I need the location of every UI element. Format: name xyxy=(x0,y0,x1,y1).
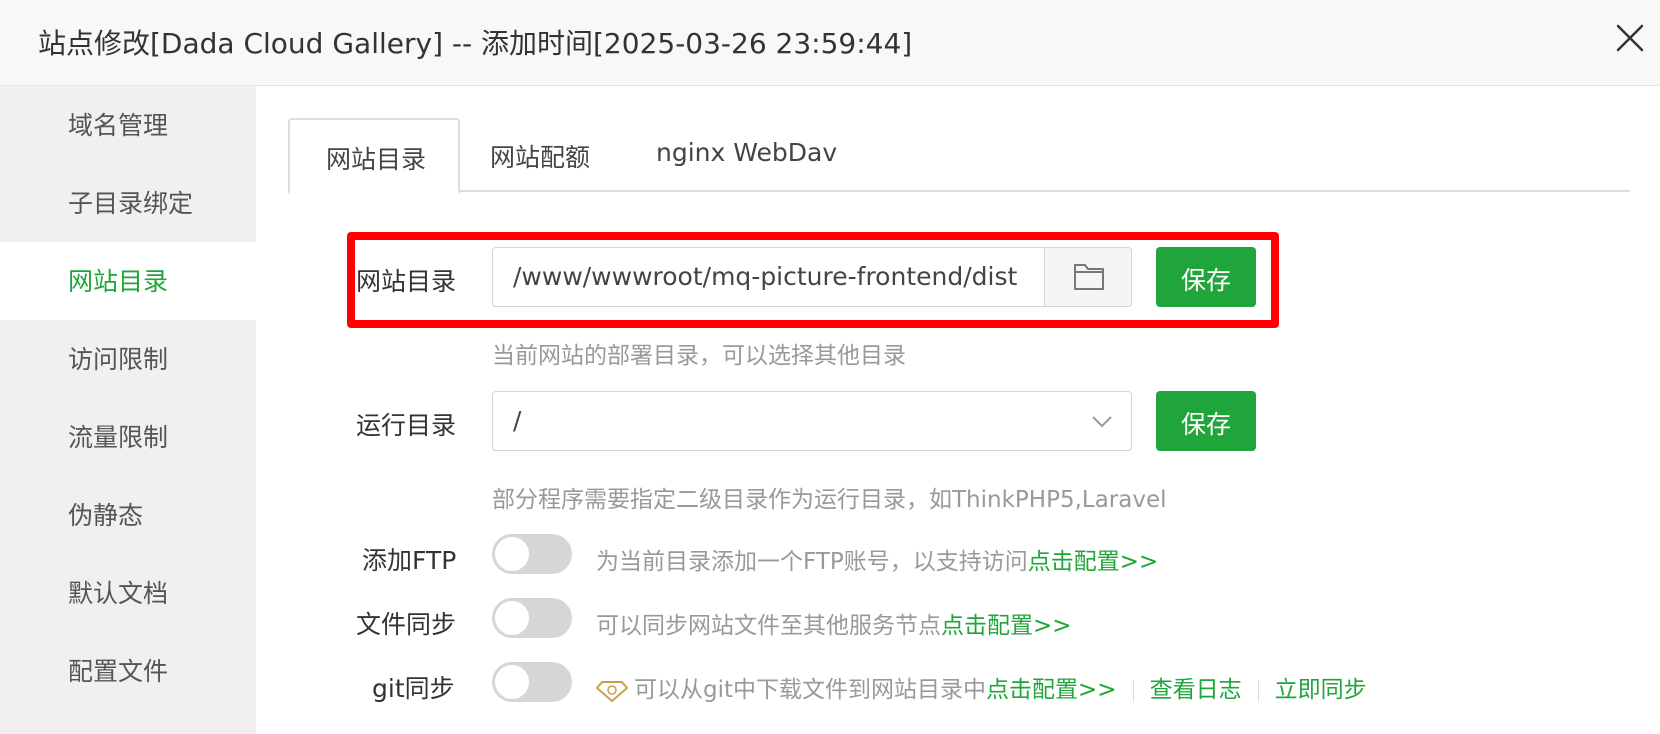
run-dir-label: 运行目录 xyxy=(356,411,457,440)
ftp-config-link[interactable]: 点击配置>> xyxy=(1028,549,1159,575)
sync-description: 可以同步网站文件至其他服务节点 xyxy=(596,613,941,639)
folder-picker-button[interactable] xyxy=(1044,247,1132,307)
site-dir-hint: 当前网站的部署目录，可以选择其他目录 xyxy=(492,343,906,369)
sidebar-item-rewrite[interactable]: 伪静态 xyxy=(0,476,256,554)
sidebar-item-label: 域名管理 xyxy=(68,111,169,140)
git-label: git同步 xyxy=(372,674,455,703)
ftp-toggle[interactable] xyxy=(492,534,572,574)
sidebar-item-label: 网站目录 xyxy=(68,267,169,296)
tab-label: 网站配额 xyxy=(490,143,591,172)
sidebar-item-site-directory[interactable]: 网站目录 xyxy=(0,242,256,320)
sync-row: 可以同步网站文件至其他服务节点点击配置>> xyxy=(596,606,1072,640)
run-dir-select[interactable]: / xyxy=(492,391,1132,451)
sidebar-item-label: 配置文件 xyxy=(68,657,169,686)
folder-icon xyxy=(1074,264,1104,290)
tab-site-quota[interactable]: 网站配额 xyxy=(460,118,634,192)
link-divider xyxy=(1132,679,1134,702)
sidebar: 域名管理 子目录绑定 网站目录 访问限制 流量限制 伪静态 默认文档 配置文件 xyxy=(0,86,256,734)
git-row: 可以从git中下载文件到网站目录中点击配置>> 查看日志 立即同步 xyxy=(596,670,1367,704)
ftp-description: 为当前目录添加一个FTP账号，以支持访问 xyxy=(596,549,1028,575)
sidebar-item-label: 默认文档 xyxy=(68,579,169,608)
site-dir-input[interactable]: /www/wwwroot/mq-picture-frontend/dist xyxy=(492,247,1132,307)
tab-label: nginx WebDav xyxy=(656,138,838,167)
tab-bar: 网站目录 网站配额 nginx WebDav xyxy=(288,118,1630,194)
vip-diamond-icon xyxy=(596,680,628,702)
run-dir-hint: 部分程序需要指定二级目录作为运行目录，如ThinkPHP5,Laravel xyxy=(492,487,1167,513)
site-dir-value: /www/wwwroot/mq-picture-frontend/dist xyxy=(513,262,1018,291)
sync-toggle[interactable] xyxy=(492,598,572,638)
toggle-knob xyxy=(495,601,529,635)
git-config-link[interactable]: 点击配置>> xyxy=(986,677,1117,703)
close-icon xyxy=(1616,24,1644,52)
tab-nginx-webdav[interactable]: nginx WebDav xyxy=(634,118,854,192)
run-dir-save-button[interactable]: 保存 xyxy=(1156,391,1256,451)
tab-site-directory[interactable]: 网站目录 xyxy=(288,118,460,194)
git-description: 可以从git中下载文件到网站目录中 xyxy=(634,677,987,703)
toggle-knob xyxy=(495,537,529,571)
close-button[interactable] xyxy=(1610,18,1650,58)
sidebar-item-subdir-binding[interactable]: 子目录绑定 xyxy=(0,164,256,242)
sidebar-item-label: 访问限制 xyxy=(68,345,169,374)
sidebar-item-access-limit[interactable]: 访问限制 xyxy=(0,320,256,398)
ftp-row: 为当前目录添加一个FTP账号，以支持访问点击配置>> xyxy=(596,542,1158,576)
site-settings-dialog: 站点修改[Dada Cloud Gallery] -- 添加时间[2025-03… xyxy=(0,0,1660,734)
tab-label: 网站目录 xyxy=(326,145,427,174)
sidebar-item-label: 子目录绑定 xyxy=(68,189,194,218)
sidebar-item-default-doc[interactable]: 默认文档 xyxy=(0,554,256,632)
ftp-label: 添加FTP xyxy=(362,546,457,575)
sync-config-link[interactable]: 点击配置>> xyxy=(941,613,1072,639)
dialog-title: 站点修改[Dada Cloud Gallery] -- 添加时间[2025-03… xyxy=(38,27,913,60)
sidebar-item-label: 伪静态 xyxy=(68,501,144,530)
link-divider xyxy=(1257,679,1259,702)
git-view-log-link[interactable]: 查看日志 xyxy=(1150,677,1242,703)
toggle-knob xyxy=(495,665,529,699)
site-dir-label: 网站目录 xyxy=(356,267,457,296)
sync-label: 文件同步 xyxy=(356,610,457,639)
run-dir-value: / xyxy=(513,406,522,435)
site-dir-save-button[interactable]: 保存 xyxy=(1156,247,1256,307)
git-sync-now-link[interactable]: 立即同步 xyxy=(1275,677,1367,703)
dialog-header: 站点修改[Dada Cloud Gallery] -- 添加时间[2025-03… xyxy=(0,0,1660,86)
chevron-down-icon xyxy=(1092,416,1112,428)
sidebar-item-traffic-limit[interactable]: 流量限制 xyxy=(0,398,256,476)
sidebar-item-config-file[interactable]: 配置文件 xyxy=(0,632,256,710)
git-toggle[interactable] xyxy=(492,662,572,702)
sidebar-item-domain[interactable]: 域名管理 xyxy=(0,86,256,164)
sidebar-item-label: 流量限制 xyxy=(68,423,169,452)
